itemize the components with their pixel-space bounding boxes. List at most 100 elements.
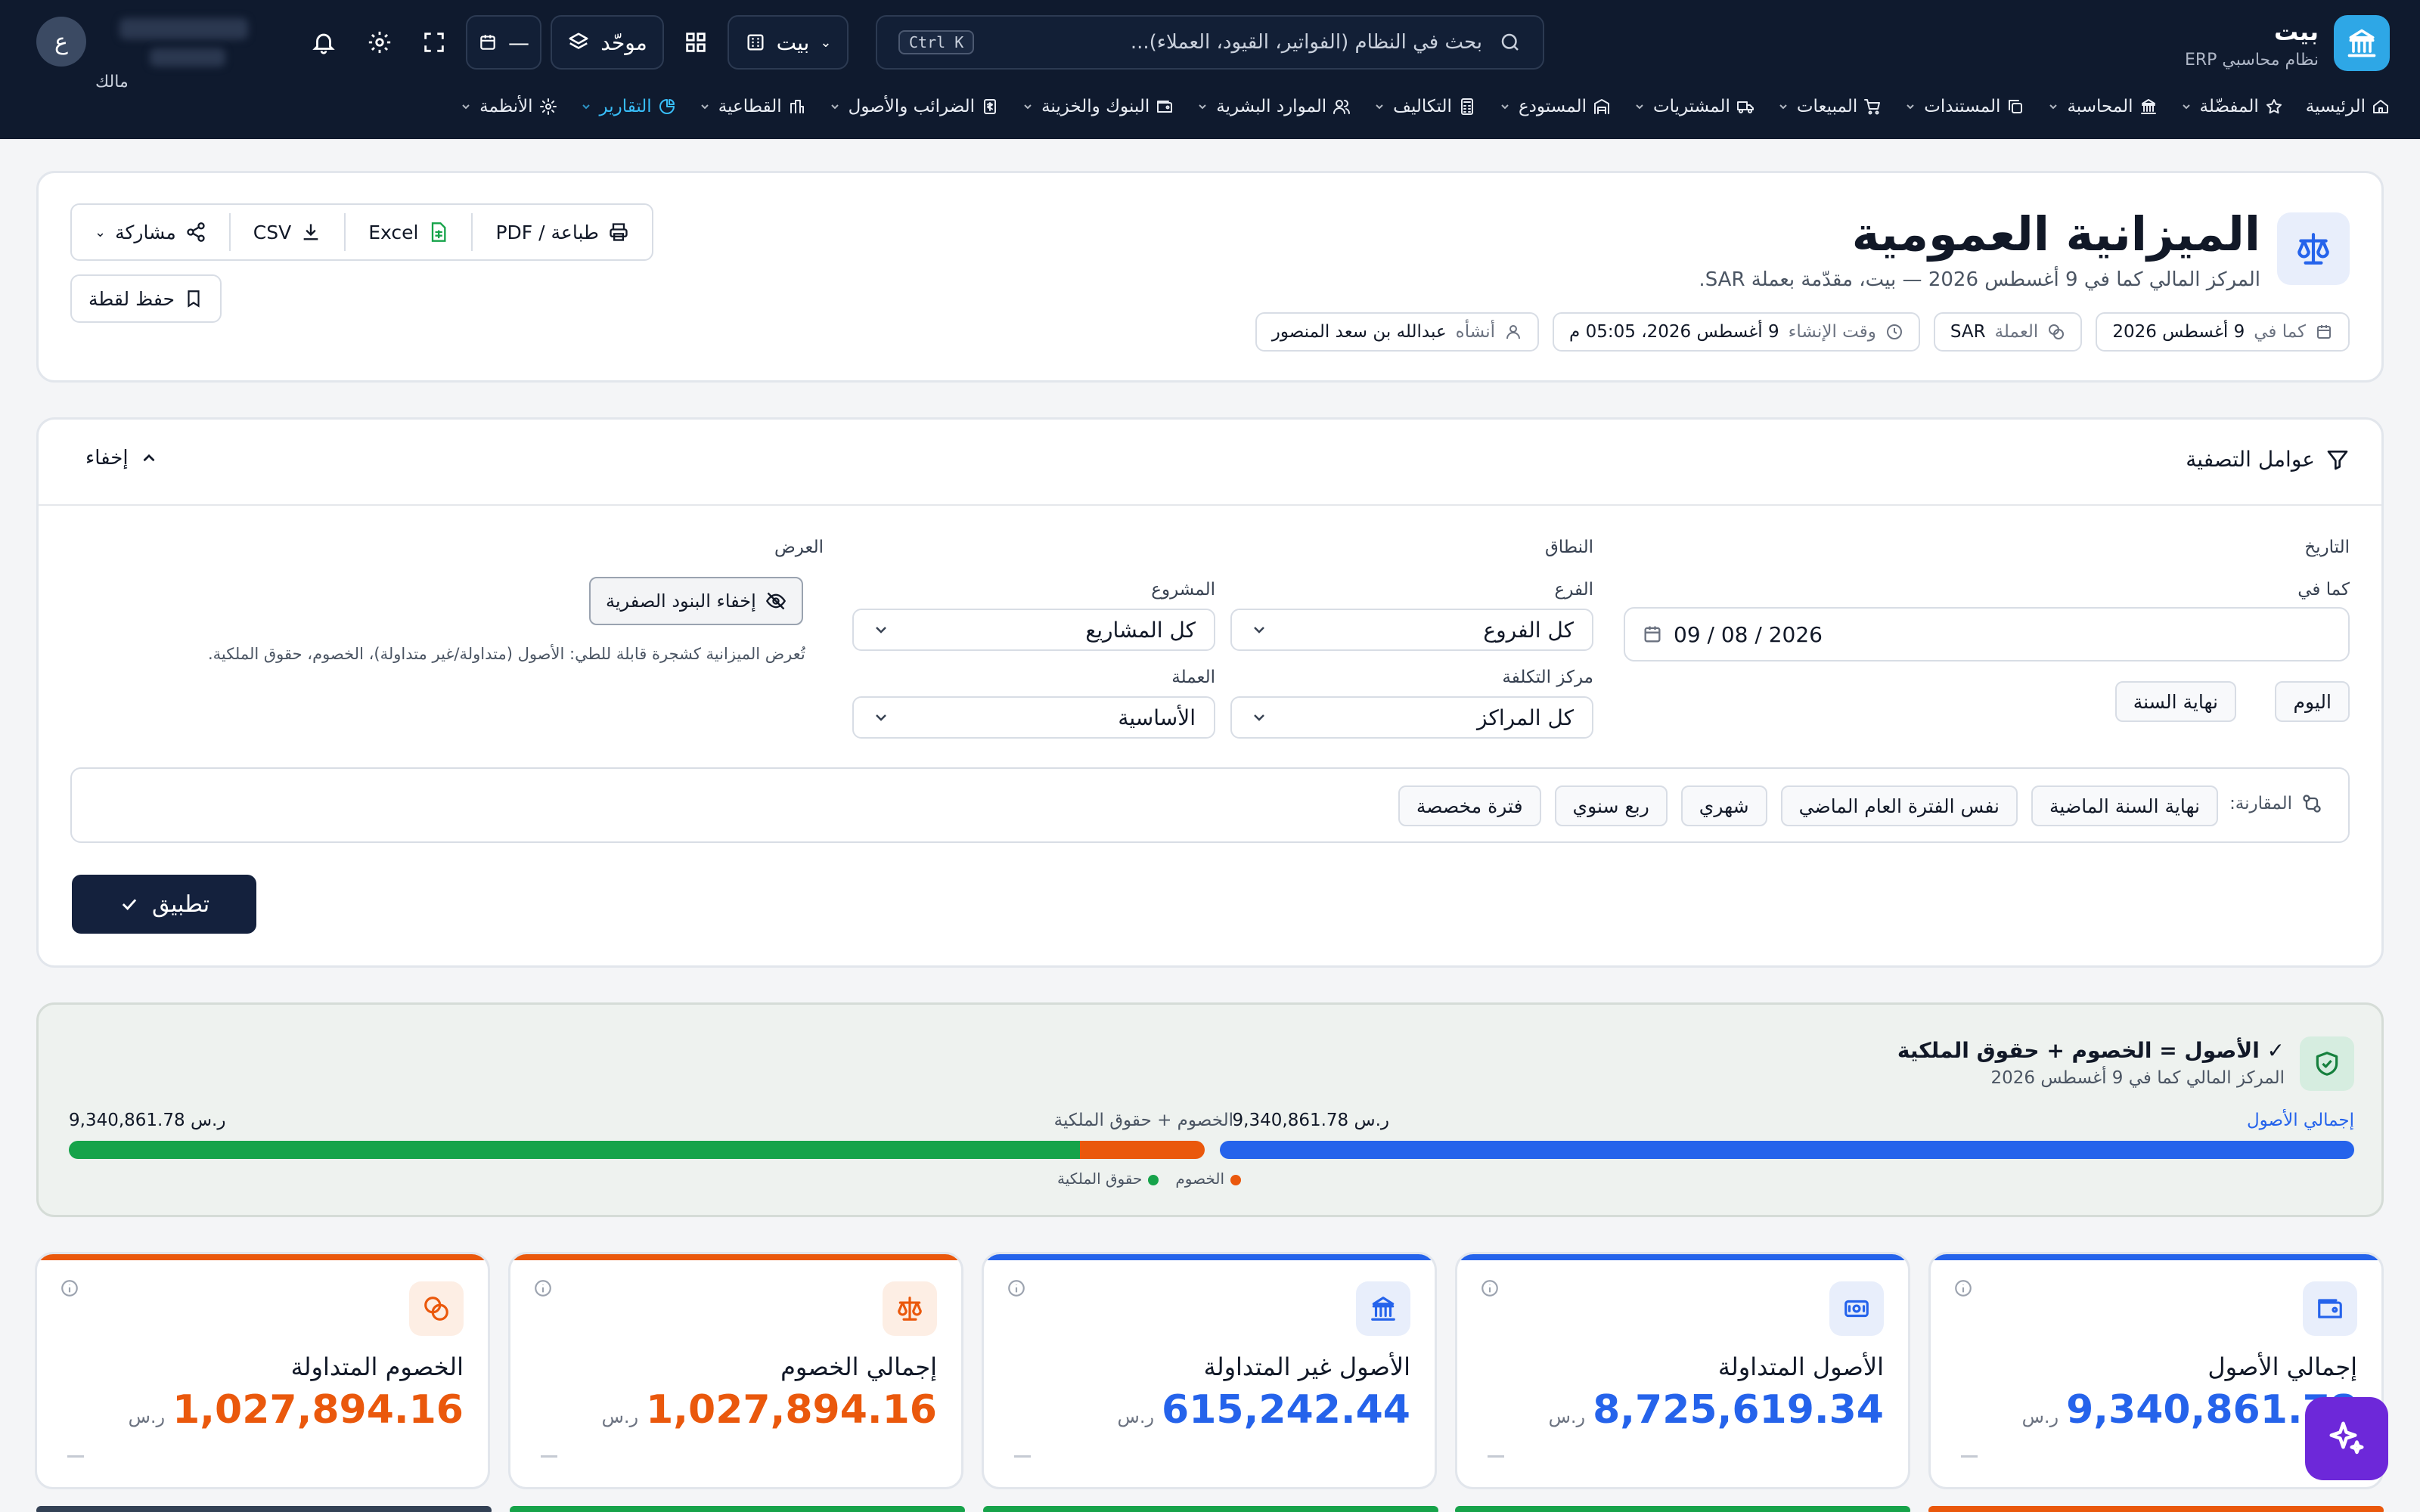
chevron-down-icon: [872, 708, 890, 727]
display-hint: تُعرض الميزانية كشجرة قابلة للطي: الأصول…: [208, 645, 805, 663]
save-snapshot-button[interactable]: حفظ لقطة: [70, 274, 222, 323]
filters-title-text: عوامل التصفية: [2186, 447, 2315, 472]
menu-item-7[interactable]: التكاليف: [1373, 97, 1476, 116]
brand[interactable]: بيت نظام محاسبي ERP: [2185, 15, 2390, 71]
hide-zero-lines-toggle[interactable]: إخفاء البنود الصفرية: [589, 577, 803, 625]
user-role: مالك: [95, 73, 129, 91]
search-placeholder[interactable]: بحث في النظام (الفواتير، القيود، العملاء…: [991, 31, 1482, 54]
kpi-card[interactable]: إجمالي الخصوم 1,027,894.16 ر.س: [508, 1252, 963, 1489]
filters-card: عوامل التصفية إخفاء التاريخ كما في 09 / …: [36, 417, 2384, 968]
ai-assistant-button[interactable]: [2305, 1397, 2388, 1480]
search-icon: [1499, 31, 1522, 54]
fullscreen-button[interactable]: [413, 21, 455, 64]
warehouse-icon: [1593, 98, 1611, 116]
kpi-card[interactable]: الأصول غير المتداولة 615,242.44 ر.س: [982, 1252, 1437, 1489]
info-icon[interactable]: [1480, 1278, 1500, 1298]
date-widget-label: —: [508, 29, 529, 55]
csv-label: CSV: [253, 221, 292, 243]
menu-item-10[interactable]: الضرائب والأصول: [829, 97, 999, 116]
total-assets-value: 9,340,861.78: [1232, 1111, 1349, 1130]
wallet-icon: [2303, 1281, 2357, 1336]
menu-item-label: الأنظمة: [479, 97, 533, 116]
kpi-currency: ر.س: [601, 1406, 639, 1427]
kpi-card[interactable]: الأصول المتداولة 8,725,619.34 ر.س: [1455, 1252, 1910, 1489]
chevron-down-icon: [1250, 621, 1268, 639]
truck-icon: [1736, 98, 1754, 116]
project-label: المشروع: [1151, 580, 1215, 600]
kpi-value: 8,725,619.34 ر.س: [1549, 1387, 1884, 1433]
comparison-option-last-year-end[interactable]: نهاية السنة الماضية: [2031, 785, 2218, 826]
cost-center-label: مركز التكلفة: [1502, 668, 1593, 687]
menu-item-6[interactable]: المستودع: [1499, 97, 1611, 116]
preset-today-button[interactable]: اليوم: [2275, 681, 2350, 722]
balance-legend: الخصوم حقوق الملكية: [1057, 1170, 1241, 1188]
chevron-down-icon: [2180, 101, 2192, 113]
notifications-button[interactable]: [302, 21, 345, 64]
grid-icon: [686, 33, 706, 52]
menu-item-12[interactable]: التقارير: [580, 97, 676, 116]
liabilities-segment: [1079, 1141, 1205, 1159]
org-selector-label: بيت: [776, 29, 810, 55]
liabilities-equity-bar: [69, 1141, 1205, 1159]
meta-chip-value: SAR: [1950, 322, 1986, 342]
bank-icon: [1356, 1281, 1410, 1336]
next-row-card-edge: [983, 1506, 1438, 1512]
share-icon: [185, 222, 206, 243]
branch-select[interactable]: كل الفروع: [1230, 609, 1593, 651]
currency-select[interactable]: الأساسية: [852, 696, 1215, 739]
menu-item-11[interactable]: القطاعية: [699, 97, 806, 116]
preset-year-end-button[interactable]: نهاية السنة: [2114, 681, 2236, 722]
date-widget[interactable]: —: [466, 15, 541, 70]
cost-center-select[interactable]: كل المراكز: [1230, 696, 1593, 739]
chevron-down-icon: [1373, 101, 1385, 113]
excel-button[interactable]: Excel: [346, 213, 473, 251]
print-pdf-button[interactable]: طباعة / PDF: [473, 213, 651, 251]
global-search[interactable]: بحث في النظام (الفواتير، القيود، العملاء…: [876, 15, 1544, 70]
info-icon[interactable]: [60, 1278, 79, 1298]
total-assets-amount: ر.س 9,340,861.78: [1233, 1111, 1389, 1130]
bank-icon: [2334, 15, 2390, 71]
calendar-icon: [2315, 323, 2333, 341]
comparison-option-custom[interactable]: فترة مخصصة: [1398, 785, 1541, 826]
info-icon[interactable]: [533, 1278, 553, 1298]
info-icon[interactable]: [1953, 1278, 1973, 1298]
apply-button[interactable]: تطبيق: [72, 875, 256, 934]
apply-label: تطبيق: [151, 891, 210, 918]
csv-button[interactable]: CSV: [231, 213, 346, 251]
menu-item-1[interactable]: المفضّلة: [2180, 97, 2283, 116]
eye-off-icon: [765, 590, 786, 612]
chevron-down-icon: [699, 101, 711, 113]
org-selector[interactable]: ⌄ بيت: [728, 15, 849, 70]
view-mode-toggle[interactable]: موحّد: [551, 15, 664, 70]
balance-check-card: ✓ الأصول = الخصوم + حقوق الملكية المركز …: [36, 1002, 2384, 1217]
menu-item-3[interactable]: المستندات: [1904, 97, 2024, 116]
meta-chip-label: كما في: [2254, 322, 2306, 342]
user-menu[interactable]: ع مالك: [30, 14, 257, 91]
download-icon: [300, 222, 321, 243]
menu-item-4[interactable]: المبيعات: [1777, 97, 1882, 116]
meta-chip-label: وقت الإنشاء: [1788, 322, 1876, 342]
comparison-option-same-period-last-year[interactable]: نفس الفترة العام الماضي: [1780, 785, 2018, 826]
menu-item-5[interactable]: المشتريات: [1634, 97, 1754, 116]
project-select[interactable]: كل المشاريع: [852, 609, 1215, 651]
kpi-card[interactable]: الخصوم المتداولة 1,027,894.16 ر.س: [35, 1252, 490, 1489]
menu-item-label: المستندات: [1924, 97, 2001, 116]
liabilities-equity-value: 9,340,861.78: [69, 1111, 185, 1130]
menu-item-8[interactable]: الموارد البشرية: [1196, 97, 1351, 116]
menu-item-2[interactable]: المحاسبة: [2047, 97, 2157, 116]
search-shortcut: Ctrl K: [898, 30, 975, 54]
share-button[interactable]: مشاركة ⌄: [72, 213, 231, 251]
clock-icon: [1885, 323, 1903, 341]
kpi-label: الخصوم المتداولة: [290, 1352, 464, 1381]
comparison-option-monthly[interactable]: شهري: [1680, 785, 1767, 826]
meta-chip-label: أنشأه: [1455, 322, 1496, 342]
info-icon[interactable]: [1007, 1278, 1026, 1298]
menu-item-13[interactable]: الأنظمة: [460, 97, 557, 116]
as-of-date-input[interactable]: 09 / 08 / 2026: [1624, 607, 2350, 662]
apps-grid-button[interactable]: [675, 21, 717, 64]
comparison-option-quarterly[interactable]: ربع سنوي: [1554, 785, 1668, 826]
hide-filters-button[interactable]: إخفاء: [85, 447, 159, 469]
settings-button[interactable]: [358, 21, 401, 64]
menu-item-0[interactable]: الرئيسية: [2306, 97, 2390, 116]
menu-item-9[interactable]: البنوك والخزينة: [1022, 97, 1174, 116]
